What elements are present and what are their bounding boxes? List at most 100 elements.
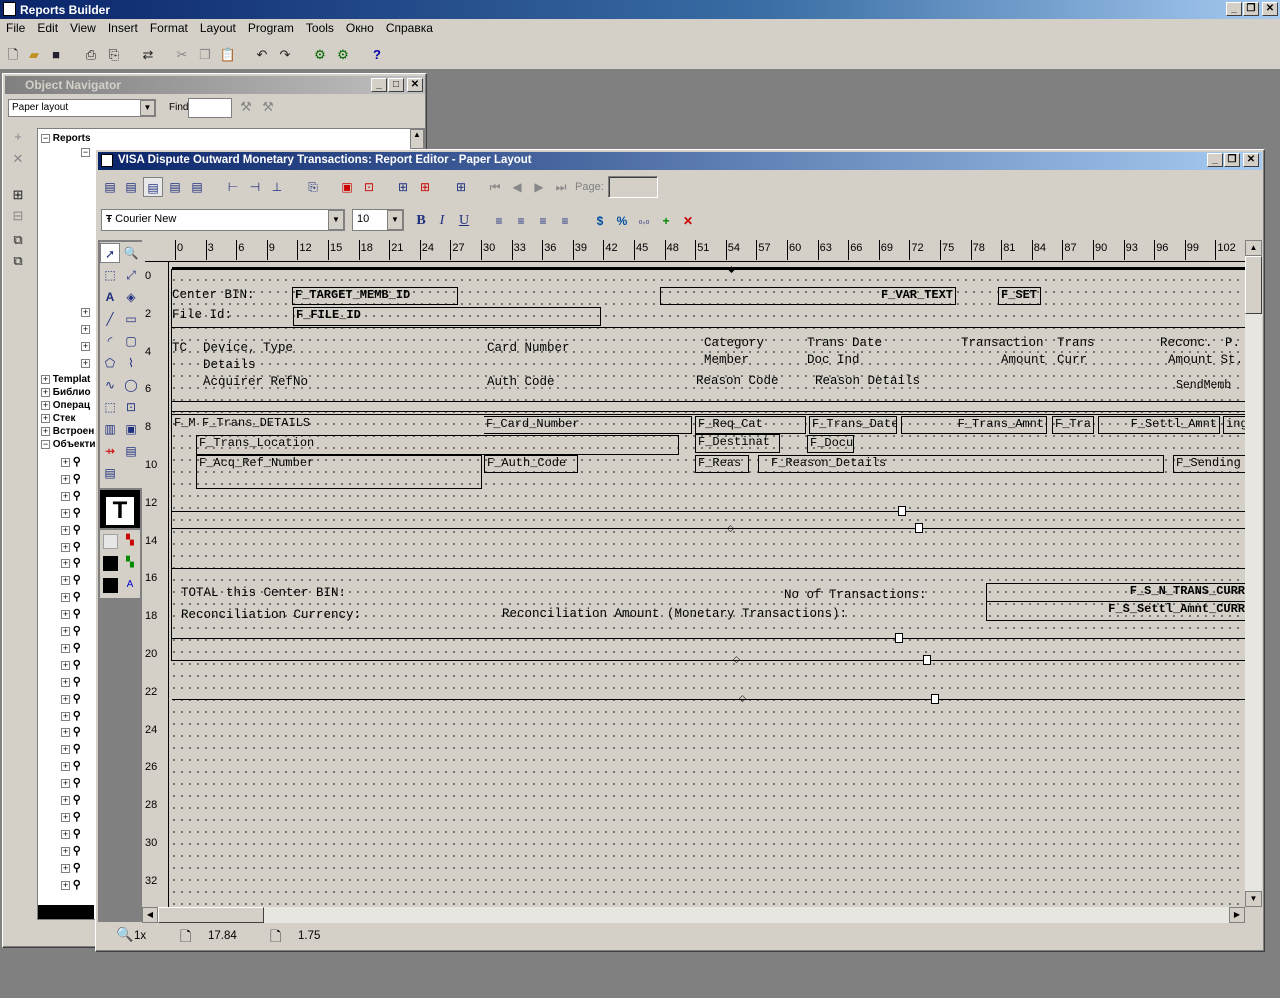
tree-node[interactable]: + ⚲ xyxy=(61,540,81,553)
save-icon[interactable]: ■ xyxy=(46,45,66,65)
tree-node[interactable]: + ⚲ xyxy=(61,641,81,654)
editor-close-button[interactable]: ✕ xyxy=(1243,153,1259,167)
tree-item-objects[interactable]: − Объекти xyxy=(41,439,96,450)
align-center-icon[interactable]: ≡ xyxy=(511,211,531,231)
navigator-maximize-button[interactable]: □ xyxy=(388,78,404,92)
scroll-up-icon[interactable]: ▲ xyxy=(1245,240,1262,256)
ellipse-tool-icon[interactable]: ◯ xyxy=(121,375,141,395)
bold-button[interactable]: B xyxy=(411,211,431,231)
parameter-form-icon[interactable]: ▤ xyxy=(187,177,207,197)
help-icon[interactable]: ? xyxy=(367,45,387,65)
find-input[interactable] xyxy=(188,98,232,118)
collapse-icon[interactable]: ⊟ xyxy=(8,206,28,226)
run-icon[interactable]: ⚙ xyxy=(310,45,330,65)
fill-color-swatch[interactable] xyxy=(103,534,118,549)
select-tool-icon[interactable]: ➚ xyxy=(100,243,120,263)
tree-node[interactable]: + xyxy=(81,307,90,318)
undo-icon[interactable]: ↶ xyxy=(252,45,272,65)
align-left-objects-icon[interactable]: ⊢ xyxy=(223,177,243,197)
text-tool-icon[interactable]: A xyxy=(100,287,120,307)
tree-node[interactable]: + ⚲ xyxy=(61,827,81,840)
new-icon[interactable]: 🗋 xyxy=(3,45,23,65)
paper-layout-icon[interactable]: ▤ xyxy=(143,177,163,197)
tree-node[interactable]: + ⚲ xyxy=(61,506,81,519)
cut-icon[interactable]: ✂ xyxy=(172,45,192,65)
convert-icon[interactable]: ⇄ xyxy=(138,45,158,65)
frame-tool-icon[interactable]: ⬚ xyxy=(100,397,120,417)
create-icon[interactable]: + xyxy=(8,127,28,147)
app-minimize-button[interactable]: _ xyxy=(1226,2,1242,16)
polyline-tool-icon[interactable]: ⌇ xyxy=(121,353,141,373)
scroll-down-icon[interactable]: ▼ xyxy=(1245,891,1262,907)
find-prev-icon[interactable]: ⚒ xyxy=(258,97,278,117)
menu-file[interactable]: File xyxy=(0,19,31,35)
navigator-scrollbar-h[interactable] xyxy=(38,905,94,919)
underline-button[interactable]: U xyxy=(454,211,474,231)
first-page-icon[interactable]: ⏮ xyxy=(485,177,505,197)
tree-node[interactable]: + xyxy=(81,341,90,352)
tree-node[interactable]: + ⚲ xyxy=(61,725,81,738)
rounded-rect-icon[interactable]: ▢ xyxy=(121,331,141,351)
tree-node[interactable]: + ⚲ xyxy=(61,489,81,502)
percent-icon[interactable]: % xyxy=(612,211,632,231)
tree-node[interactable]: + ⚲ xyxy=(61,810,81,823)
line-color-swatch[interactable] xyxy=(103,556,118,571)
tree-node[interactable]: + xyxy=(81,358,90,369)
line-tool-icon[interactable]: ╱ xyxy=(100,309,120,329)
fill-color-icon[interactable]: ▚ xyxy=(120,531,140,551)
tree-node[interactable]: − xyxy=(81,147,90,158)
menu-tools[interactable]: Tools xyxy=(300,19,340,35)
app-restore-button[interactable]: ❐ xyxy=(1243,2,1259,16)
link-tool-icon[interactable]: ⇸ xyxy=(100,441,120,461)
tree-node[interactable]: + ⚲ xyxy=(61,455,81,468)
button-tool-icon[interactable]: ▣ xyxy=(121,419,141,439)
app-close-button[interactable]: ✕ xyxy=(1262,2,1278,16)
paper-design-icon[interactable]: ▤ xyxy=(165,177,185,197)
menu-insert[interactable]: Insert xyxy=(102,19,144,35)
confine-mode-icon[interactable]: ▣ xyxy=(337,177,357,197)
tree-node[interactable]: + ⚲ xyxy=(61,607,81,620)
delete-icon[interactable]: ✕ xyxy=(8,149,28,169)
editor-minimize-button[interactable]: _ xyxy=(1207,153,1223,167)
chart-tool-icon[interactable]: ▥ xyxy=(100,419,120,439)
tree-node[interactable]: + ⚲ xyxy=(61,472,81,485)
layout-canvas[interactable] xyxy=(170,262,1245,907)
bring-forward-icon[interactable]: ⎘ xyxy=(303,177,323,197)
rectangle-tool-icon[interactable]: ▭ xyxy=(121,309,141,329)
menu-view[interactable]: View xyxy=(64,19,102,35)
editor-scrollbar-h[interactable]: ◀ ▶ xyxy=(142,907,1245,923)
font-size-select[interactable]: 10 ▼ xyxy=(352,209,404,231)
editor-restore-button[interactable]: ❐ xyxy=(1224,153,1240,167)
tree-node[interactable]: + ⚲ xyxy=(61,793,81,806)
tree-node[interactable]: + ⚲ xyxy=(61,709,81,722)
report-block-icon[interactable]: ▤ xyxy=(100,463,120,483)
align-justify-icon[interactable]: ≡ xyxy=(555,211,575,231)
add-decimal-icon[interactable]: + xyxy=(656,211,676,231)
redo-icon[interactable]: ↷ xyxy=(275,45,295,65)
compile-icon[interactable]: ⚙ xyxy=(333,45,353,65)
polygon-tool-icon[interactable]: ⬠ xyxy=(100,353,120,373)
expand-all-icon[interactable]: ⧉ xyxy=(8,230,28,250)
reshape-icon[interactable]: ⤢ xyxy=(121,265,141,285)
tree-node[interactable]: + ⚲ xyxy=(61,556,81,569)
navigator-scrollbar-v[interactable]: ▲ xyxy=(410,129,424,149)
data-model-icon[interactable]: ▤ xyxy=(100,177,120,197)
tree-node[interactable]: + ⚲ xyxy=(61,658,81,671)
scroll-right-icon[interactable]: ▶ xyxy=(1229,907,1245,923)
tree-item-stack[interactable]: + Стек xyxy=(41,413,75,424)
find-next-icon[interactable]: ⚒ xyxy=(236,97,256,117)
tree-item-builtin[interactable]: + Встроен xyxy=(41,426,94,437)
print-setup-icon[interactable]: ⎘ xyxy=(104,45,124,65)
magnify-tool-icon[interactable]: 🔍 xyxy=(121,243,141,263)
paste-icon[interactable]: 📋 xyxy=(218,45,238,65)
file-link-icon[interactable]: ▤ xyxy=(121,441,141,461)
arc-tool-icon[interactable]: ◜ xyxy=(100,331,120,351)
align-bottom-objects-icon[interactable]: ⊥ xyxy=(267,177,287,197)
select-children-icon[interactable]: ⊞ xyxy=(415,177,435,197)
navigator-view-select[interactable]: Paper layout ▼ xyxy=(8,99,156,117)
page-input[interactable] xyxy=(608,176,658,198)
open-icon[interactable]: ▰ xyxy=(24,45,44,65)
tree-node[interactable]: + ⚲ xyxy=(61,776,81,789)
group-icon[interactable]: ⊞ xyxy=(451,177,471,197)
scroll-thumb-v[interactable] xyxy=(1245,256,1262,314)
